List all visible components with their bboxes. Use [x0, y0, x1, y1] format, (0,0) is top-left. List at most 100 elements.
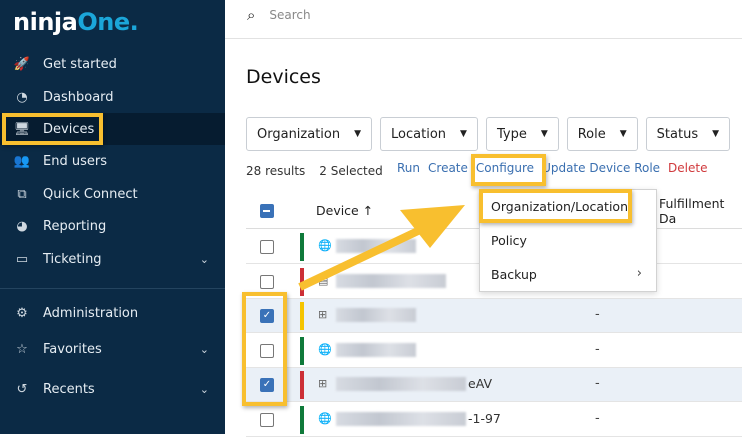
results-count: 28 results — [246, 164, 306, 178]
chevron-right-icon: › — [636, 266, 642, 281]
select-all-checkbox[interactable] — [260, 204, 274, 218]
sidebar-item-label: Get started — [43, 56, 117, 72]
status-indicator — [300, 371, 304, 399]
ninjaone-logo[interactable]: ninjaOne. — [13, 8, 139, 36]
sidebar-item-label: Favorites — [43, 341, 102, 357]
chevron-down-icon[interactable]: ⌄ — [200, 383, 209, 396]
run-action[interactable]: Run — [397, 161, 420, 175]
sidebar-item-get-started[interactable]: 🚀 Get started — [0, 48, 225, 80]
search-bar[interactable]: ⌕ Search — [247, 6, 311, 24]
filter-status[interactable]: Status ▼ — [645, 117, 731, 151]
sidebar-item-dashboard[interactable]: ◔ Dashboard — [0, 81, 225, 113]
filter-label: Role — [577, 126, 606, 142]
table-row[interactable]: 🌐 - — [246, 334, 742, 368]
update-device-role-action[interactable]: Update Device Role — [542, 161, 660, 175]
selected-count: 2 Selected — [319, 164, 383, 178]
windows-icon: ⊞ — [318, 308, 328, 321]
filter-label: Organization — [257, 126, 341, 142]
device-name-redacted[interactable] — [336, 411, 466, 426]
device-name-suffix: eAV — [468, 376, 492, 391]
highlight-organization-location — [479, 189, 632, 223]
filter-label: Location — [391, 126, 447, 142]
sidebar-item-ticketing[interactable]: ▭ Ticketing ⌄ — [0, 243, 225, 275]
device-name-redacted[interactable] — [336, 273, 446, 288]
caret-down-icon: ▼ — [540, 129, 548, 139]
globe-icon: 🌐 — [318, 411, 332, 425]
table-row[interactable]: ✓ ⊞ eAV - — [246, 368, 742, 402]
device-name-suffix: -1-97 — [468, 410, 501, 426]
filter-type[interactable]: Type ▼ — [485, 117, 559, 151]
filter-label: Type — [496, 126, 527, 142]
chevron-down-icon[interactable]: ⌄ — [200, 253, 209, 266]
sidebar-item-quick-connect[interactable]: ⧉ Quick Connect — [0, 178, 225, 210]
caret-down-icon: ▼ — [460, 129, 467, 139]
highlight-devices — [2, 113, 103, 145]
highlight-configure — [471, 154, 546, 186]
row-checkbox[interactable] — [260, 274, 274, 289]
pie-chart-icon: ◕ — [16, 218, 28, 234]
menu-item-policy[interactable]: Policy — [491, 233, 527, 248]
sidebar-item-favorites[interactable]: ☆ Favorites ⌄ — [0, 333, 225, 365]
row-checkbox[interactable] — [260, 412, 274, 427]
device-name-redacted[interactable] — [336, 342, 416, 357]
filter-label: Status — [656, 126, 699, 142]
filter-role[interactable]: Role ▼ — [566, 117, 638, 151]
sidebar-item-administration[interactable]: ⚙ Administration — [0, 297, 225, 329]
status-indicator — [300, 233, 304, 261]
device-column-header[interactable]: Device ↑ — [316, 203, 373, 218]
sidebar: ninjaOne. 🚀 Get started ◔ Dashboard 🖥 Devices… — [0, 0, 225, 434]
sidebar-item-end-users[interactable]: 👥 End users — [0, 145, 225, 177]
sidebar-item-label: End users — [43, 153, 107, 169]
cell-value: - — [595, 410, 600, 426]
filter-location[interactable]: Location ▼ — [380, 117, 478, 151]
bulk-actions: Run Create Configure Update Device Role … — [397, 161, 707, 175]
menu-item-backup[interactable]: Backup — [491, 267, 537, 282]
status-indicator — [300, 336, 304, 365]
cell-value: - — [595, 376, 600, 391]
sidebar-item-label: Recents — [43, 381, 95, 397]
status-indicator — [300, 405, 304, 434]
filter-organization[interactable]: Organization ▼ — [246, 117, 373, 151]
device-name-redacted[interactable] — [336, 377, 466, 391]
sidebar-item-recents[interactable]: ↺ Recents ⌄ — [0, 373, 225, 405]
caret-down-icon: ▼ — [712, 129, 720, 139]
cell-value: - — [595, 307, 600, 322]
sidebar-item-label: Administration — [43, 305, 139, 321]
history-icon: ↺ — [16, 381, 28, 397]
cell-value: - — [595, 341, 600, 357]
device-name-redacted[interactable] — [336, 239, 416, 253]
header-divider — [225, 38, 742, 39]
search-input[interactable]: Search — [269, 8, 310, 22]
page-title: Devices — [246, 66, 321, 88]
status-indicator — [300, 302, 304, 330]
logo-text: ninja — [13, 8, 78, 36]
rocket-icon: 🚀 — [13, 56, 31, 72]
table-row[interactable]: ✓ ⊞ - — [246, 299, 742, 333]
sidebar-item-label: Quick Connect — [43, 186, 138, 202]
sidebar-divider — [0, 288, 225, 289]
fulfillment-column-header[interactable]: Fulfillment Da — [659, 196, 742, 226]
sidebar-item-label: Ticketing — [43, 251, 102, 267]
device-name-redacted[interactable] — [336, 308, 416, 322]
status-indicator — [300, 267, 304, 296]
gauge-icon: ◔ — [16, 89, 28, 105]
gear-icon: ⚙ — [16, 305, 28, 321]
server-icon: ▤ — [318, 273, 329, 287]
ticket-icon: ▭ — [15, 251, 29, 267]
globe-icon: 🌐 — [318, 342, 332, 356]
highlight-selected-checkboxes — [242, 292, 287, 406]
sidebar-item-label: Dashboard — [43, 89, 114, 105]
table-row[interactable]: 🌐 -1-97 - — [246, 403, 742, 437]
create-action[interactable]: Create — [428, 161, 468, 175]
search-icon: ⌕ — [247, 6, 256, 24]
users-icon: 👥 — [13, 153, 31, 169]
caret-down-icon: ▼ — [619, 129, 627, 139]
star-icon: ☆ — [16, 341, 28, 357]
sidebar-item-reporting[interactable]: ◕ Reporting — [0, 210, 225, 242]
chevron-down-icon[interactable]: ⌄ — [200, 343, 209, 356]
windows-icon: ⊞ — [318, 377, 328, 390]
quick-connect-icon: ⧉ — [17, 186, 27, 202]
delete-action[interactable]: Delete — [668, 161, 707, 175]
caret-down-icon: ▼ — [354, 129, 362, 139]
row-checkbox[interactable] — [260, 240, 274, 254]
